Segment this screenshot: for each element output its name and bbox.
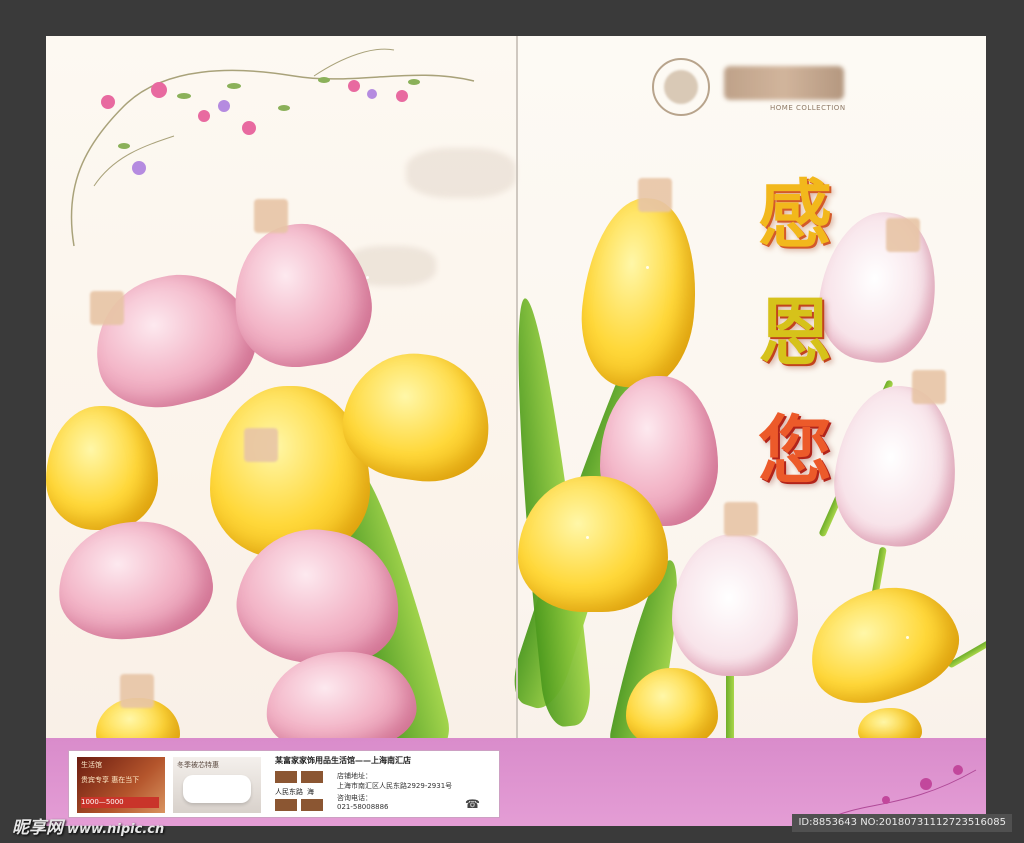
blurred-face — [120, 674, 154, 708]
site-watermark: 昵享网 www.nipic.cn — [12, 813, 164, 838]
title-char: 恩 — [758, 290, 832, 376]
blurred-brand-wordmark — [724, 66, 844, 100]
phone-label: 咨询电话： — [337, 794, 372, 802]
fold-line — [516, 36, 518, 826]
promo-thumbnail: 生活馆 贵宾专享 惠在当下 1000—5000 — [77, 757, 165, 813]
promo-tag: 生活馆 — [81, 761, 102, 769]
water-drop — [366, 276, 369, 279]
blurred-face — [886, 218, 920, 252]
water-drop — [906, 636, 909, 639]
quilt-tag: 冬季被芯特惠 — [177, 761, 219, 769]
watermark-url: www.nipic.cn — [67, 822, 165, 837]
brand-logo: HOME COLLECTION — [652, 58, 852, 118]
logo-subtitle: HOME COLLECTION — [770, 104, 846, 112]
water-drop — [586, 536, 589, 539]
promo-text: 贵宾专享 惠在当下 — [81, 776, 140, 784]
blurred-face — [638, 178, 672, 212]
texture-blotch — [406, 148, 516, 198]
map-label: 海 — [307, 788, 314, 796]
promo-price: 1000—5000 — [81, 797, 159, 808]
title-char: 您 — [758, 408, 832, 494]
blurred-face — [90, 291, 124, 325]
blurred-face — [912, 370, 946, 404]
water-drop — [646, 266, 649, 269]
address-label: 店铺地址： — [337, 772, 372, 780]
image-id-bar: ID:8853643 NO:20180731112723516085 — [792, 814, 1012, 832]
map-swatch — [301, 771, 323, 783]
address-text: 上海市南汇区人民东路2929-2931号 — [337, 782, 453, 790]
watermark-brand: 昵享网 — [12, 818, 63, 838]
quilt-thumbnail: 冬季被芯特惠 — [173, 757, 261, 813]
map-swatch — [275, 799, 297, 811]
blurred-face — [254, 199, 288, 233]
quilt-image — [183, 775, 251, 803]
map-swatch — [301, 799, 323, 811]
thanks-title: 感 恩 您 — [740, 156, 850, 510]
title-char: 感 — [758, 172, 832, 258]
tulip-stem — [726, 666, 734, 746]
map-label: 人民东路 — [275, 788, 303, 796]
greeting-card: HOME COLLECTION 感 恩 您 生活馆 贵宾专享 惠在当下 1000… — [46, 36, 986, 826]
blurred-face — [244, 428, 278, 462]
store-title: 某富家家饰用品生活馆——上海南汇店 — [275, 756, 411, 765]
phone-icon: ☎ — [465, 797, 480, 811]
map-swatch — [275, 771, 297, 783]
laurel-emblem-icon — [652, 58, 710, 116]
store-info-box: 生活馆 贵宾专享 惠在当下 1000—5000 冬季被芯特惠 某富家家饰用品生活… — [68, 750, 500, 818]
phone-number: 021-58008886 — [337, 803, 389, 811]
